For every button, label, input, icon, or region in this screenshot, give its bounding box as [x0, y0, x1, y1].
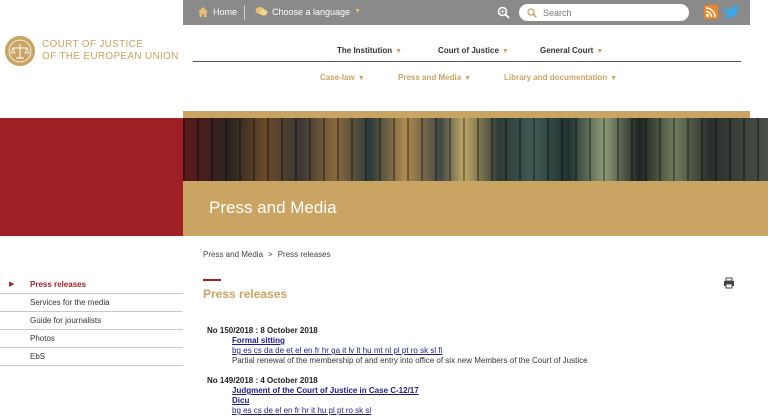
chevron-down-icon: ▼: [596, 48, 604, 55]
language-label: Choose a language: [272, 6, 351, 17]
sidebar-item-label: EbS: [30, 352, 46, 361]
nav-label: Case-law: [320, 73, 355, 82]
chevron-down-icon: ▼: [357, 75, 365, 82]
press-release-number-date: No 149/2018 : 4 October 2018: [207, 376, 318, 385]
banner-top-line: [183, 111, 750, 118]
nav-court-of-justice[interactable]: Court of Justice ▼: [438, 46, 509, 55]
chevron-down-icon: ▼: [395, 48, 403, 55]
site-logo[interactable]: COURT OF JUSTICE OF THE EUROPEAN UNION: [5, 36, 179, 66]
logo-text: COURT OF JUSTICE OF THE EUROPEAN UNION: [42, 39, 179, 63]
chevron-down-icon: ▼: [501, 48, 509, 55]
breadcrumb-parent[interactable]: Press and Media: [203, 250, 263, 259]
search-icon: [527, 7, 537, 18]
press-release-link[interactable]: Formal sitting: [232, 336, 588, 345]
zoom-icon[interactable]: [497, 6, 510, 19]
top-bar: Home Choose a language ▼: [183, 0, 750, 25]
home-label: Home: [213, 7, 238, 17]
nav-case-law[interactable]: Case-law ▼: [320, 73, 365, 82]
chevron-down-icon: ▼: [464, 75, 472, 82]
page-title: Press and Media: [209, 198, 337, 217]
sidebar-item-label: Services for the media: [30, 298, 110, 307]
print-icon[interactable]: [723, 277, 735, 289]
court-seal-icon: [5, 36, 35, 66]
topbar-divider: [244, 5, 245, 20]
language-selector[interactable]: Choose a language ▼: [255, 6, 361, 17]
chevron-down-icon: ▼: [610, 75, 618, 82]
press-release-number-date: No 150/2018 : 8 October 2018: [207, 326, 318, 335]
breadcrumb-current: Press releases: [277, 250, 331, 259]
sidebar-item-press-releases[interactable]: ▶ Press releases: [0, 276, 183, 294]
press-release-entry: No 150/2018 : 8 October 2018 Formal sitt…: [207, 326, 588, 365]
nav-label: Press and Media: [398, 73, 462, 82]
banner-photo-overlay: [183, 118, 768, 181]
press-release-entry: No 149/2018 : 4 October 2018 Judgment of…: [207, 376, 419, 415]
press-release-description: Partial renewal of the membership of and…: [232, 356, 588, 365]
nav-library-and-documentation[interactable]: Library and documentation ▼: [504, 73, 617, 82]
nav-label: The Institution: [337, 46, 393, 55]
sidebar-item-label: Photos: [30, 334, 55, 343]
nav-general-court[interactable]: General Court ▼: [540, 46, 603, 55]
press-release-link[interactable]: Judgment of the Court of Justice in Case…: [232, 386, 419, 395]
home-link[interactable]: Home: [197, 6, 237, 18]
logo-line-2: OF THE EUROPEAN UNION: [42, 51, 179, 62]
nav-divider: [193, 61, 741, 62]
section-title-accent: [203, 279, 221, 281]
search-box[interactable]: [519, 4, 689, 21]
nav-label: Court of Justice: [438, 46, 499, 55]
search-input[interactable]: [543, 7, 673, 18]
logo-line-1: COURT OF JUSTICE: [42, 39, 144, 50]
language-links[interactable]: bg es cs da de et el en fr hr ga it lv l…: [232, 346, 588, 355]
breadcrumb-separator: >: [268, 250, 273, 259]
sidebar-item-label: Guide for journalists: [30, 316, 102, 325]
language-links[interactable]: bg es cs de el en fr hr it hu pl pt ro s…: [232, 406, 419, 415]
sidebar: ▶ Press releases Services for the media …: [0, 276, 183, 366]
section-title: Press releases: [203, 287, 288, 301]
press-release-sublink[interactable]: Dicu: [232, 396, 419, 405]
rss-icon[interactable]: [704, 5, 718, 19]
sidebar-item-ebs[interactable]: EbS: [0, 348, 183, 366]
sidebar-item-photos[interactable]: Photos: [0, 330, 183, 348]
arrow-right-icon: ▶: [9, 281, 15, 288]
speech-bubbles-icon: [255, 7, 268, 16]
nav-label: General Court: [540, 46, 594, 55]
sidebar-item-label: Press releases: [30, 280, 87, 289]
sidebar-item-services-for-the-media[interactable]: Services for the media: [0, 294, 183, 312]
sidebar-item-guide-for-journalists[interactable]: Guide for journalists: [0, 312, 183, 330]
nav-the-institution[interactable]: The Institution ▼: [337, 46, 402, 55]
breadcrumb: Press and Media > Press releases: [203, 250, 331, 259]
twitter-icon[interactable]: [724, 5, 740, 19]
nav-press-and-media[interactable]: Press and Media ▼: [398, 73, 471, 82]
home-icon: [198, 7, 208, 17]
chevron-down-icon: ▼: [354, 8, 362, 15]
nav-label: Library and documentation: [504, 73, 608, 82]
